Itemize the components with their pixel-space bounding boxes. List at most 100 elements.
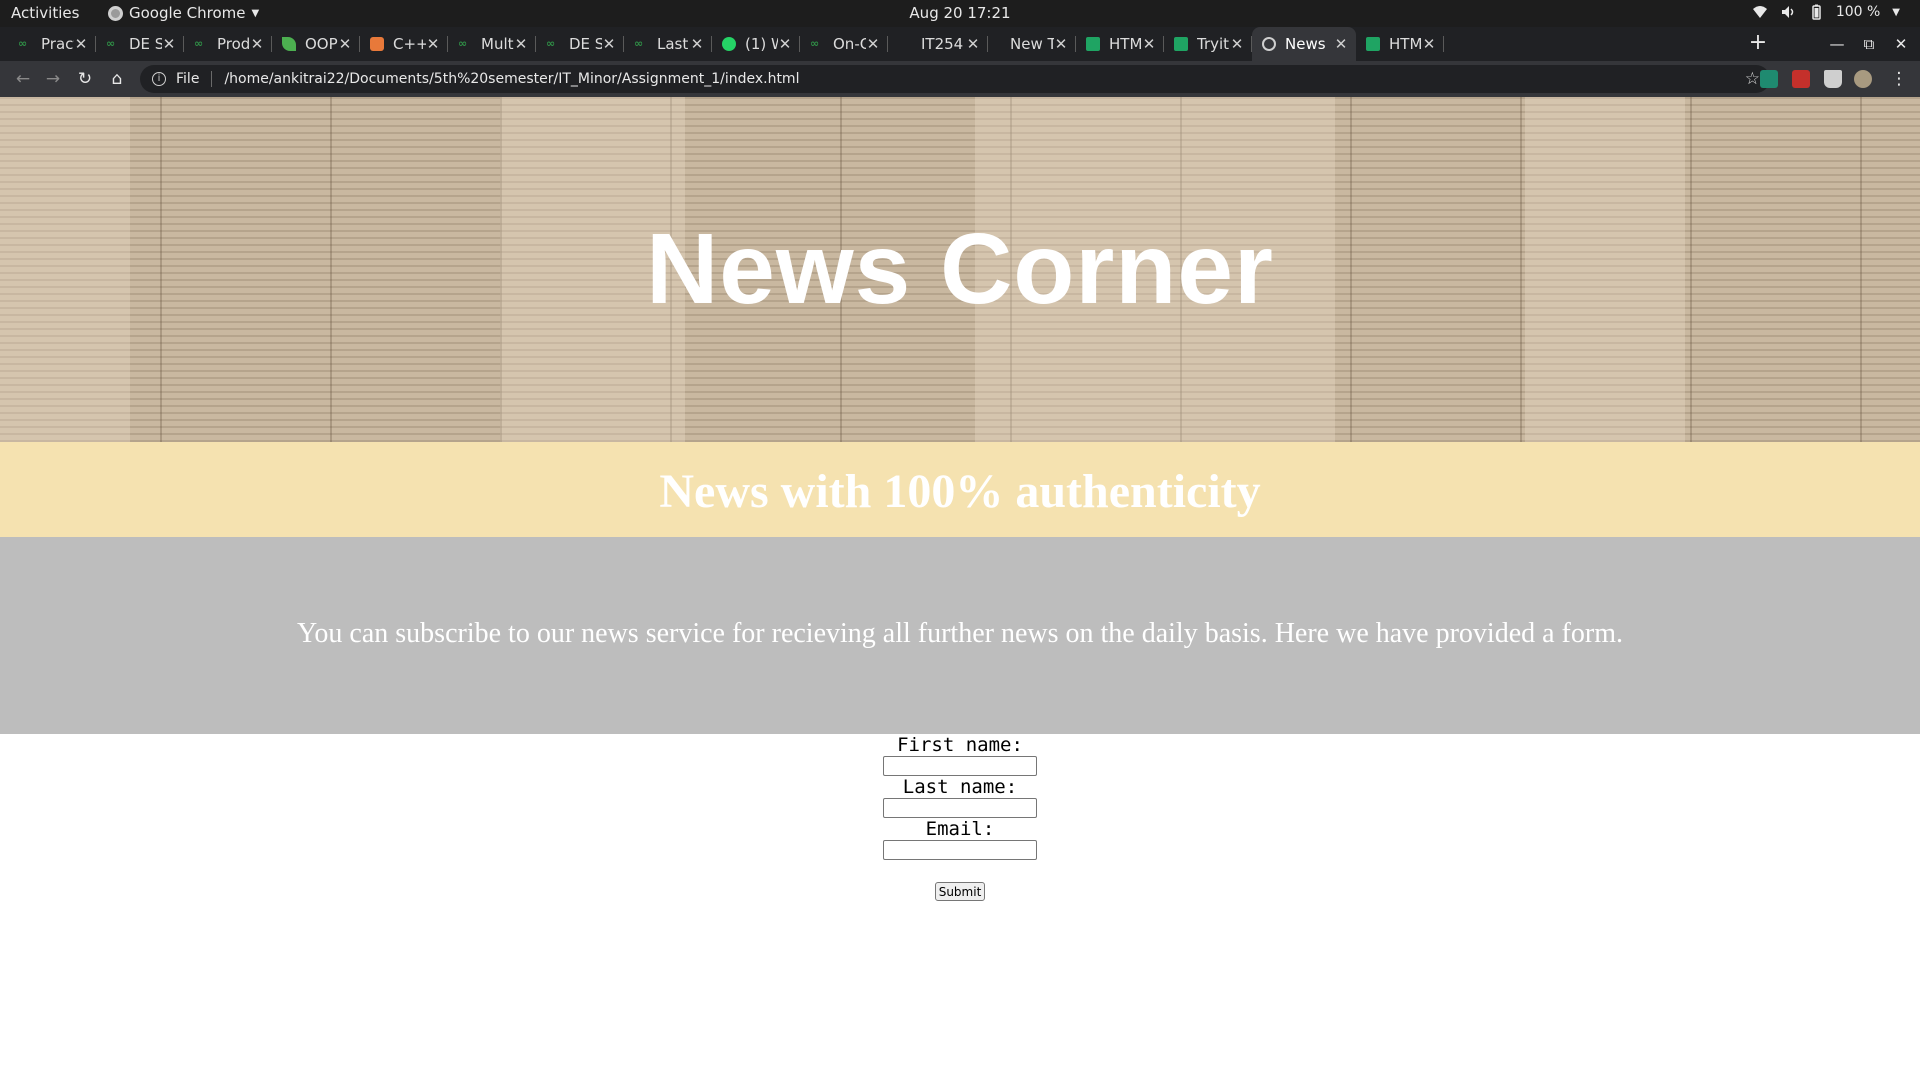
- browser-tab[interactable]: ∞ On-Ca✕: [800, 27, 888, 61]
- bookmark-star-icon[interactable]: ☆: [1745, 69, 1760, 89]
- browser-tab[interactable]: News ✕: [1252, 27, 1356, 61]
- tab-close-icon[interactable]: ✕: [338, 35, 352, 53]
- gfg-icon: ∞: [106, 37, 116, 50]
- tab-title: DE Sh: [569, 35, 602, 53]
- tab-close-icon[interactable]: ✕: [426, 35, 440, 53]
- minimize-button[interactable]: —: [1822, 27, 1852, 61]
- tab-title: News: [1285, 35, 1326, 53]
- home-button[interactable]: ⌂: [102, 61, 132, 97]
- tab-title: Practi: [41, 35, 74, 53]
- tab-close-icon[interactable]: ✕: [514, 35, 528, 53]
- back-button[interactable]: ←: [8, 61, 38, 97]
- browser-tab[interactable]: C++ Ty✕: [360, 27, 448, 61]
- tab-separator: [1443, 36, 1444, 52]
- app-menu[interactable]: Google Chrome ▼: [108, 4, 259, 22]
- tab-close-icon[interactable]: ✕: [1422, 35, 1436, 53]
- intro-text: You can subscribe to our news service fo…: [297, 618, 1623, 649]
- w3-icon: [1366, 37, 1380, 51]
- browser-tab[interactable]: HTML✕: [1076, 27, 1164, 61]
- browser-tab[interactable]: ∞ Multip✕: [448, 27, 536, 61]
- email-input[interactable]: [883, 840, 1037, 860]
- browser-tab[interactable]: HTML✕: [1356, 27, 1444, 61]
- tab-close-icon[interactable]: ✕: [74, 35, 88, 53]
- gfg-icon: ∞: [634, 37, 644, 50]
- tab-title: Produ: [217, 35, 250, 53]
- browser-tab[interactable]: ∞ Practi✕: [8, 27, 96, 61]
- tab-title: C++ Ty: [393, 35, 426, 53]
- tab-close-icon[interactable]: ✕: [778, 35, 792, 53]
- first-name-label: First name:: [897, 734, 1023, 756]
- browser-tab[interactable]: Tryit E✕: [1164, 27, 1252, 61]
- gfg-icon: ∞: [810, 37, 820, 50]
- extension-s-icon[interactable]: [1760, 70, 1778, 88]
- page-title: News Corner: [646, 213, 1274, 325]
- browser-tab[interactable]: ∞ DE Sh✕: [536, 27, 624, 61]
- restore-button[interactable]: ⧉: [1854, 27, 1884, 61]
- extensions-puzzle-icon[interactable]: [1824, 70, 1842, 88]
- gfg-icon: ∞: [458, 37, 468, 50]
- tab-close-icon[interactable]: ✕: [1334, 35, 1348, 53]
- new-tab-button[interactable]: +: [1744, 27, 1772, 61]
- last-name-input[interactable]: [883, 798, 1037, 818]
- chrome-icon: [108, 5, 123, 21]
- activities-button[interactable]: Activities: [11, 4, 79, 22]
- system-tray[interactable]: 100 % ▼: [1752, 4, 1900, 20]
- kebab-menu-icon[interactable]: ⋮: [1884, 61, 1914, 97]
- tab-close-icon[interactable]: ✕: [602, 35, 616, 53]
- clock[interactable]: Aug 20 17:21: [909, 4, 1010, 22]
- page-viewport: News Corner News with 100% authenticity …: [0, 97, 1920, 1080]
- browser-tab[interactable]: (1) Wh✕: [712, 27, 800, 61]
- whatsapp-icon: [722, 37, 736, 51]
- forward-button[interactable]: →: [38, 61, 68, 97]
- tab-title: IT254 -: [921, 35, 966, 53]
- crown-icon: [370, 37, 384, 51]
- tab-title: OOPS: [305, 35, 338, 53]
- hero-banner: News Corner: [0, 97, 1920, 442]
- close-window-button[interactable]: ✕: [1886, 27, 1916, 61]
- browser-tab[interactable]: OOPS✕: [272, 27, 360, 61]
- power-menu-arrow: ▼: [1892, 6, 1900, 18]
- tab-title: New Tab: [1010, 35, 1054, 53]
- tab-close-icon[interactable]: ✕: [966, 35, 980, 53]
- submit-button[interactable]: Submit: [934, 882, 986, 901]
- tab-title: Multip: [481, 35, 514, 53]
- tab-close-icon[interactable]: ✕: [866, 35, 880, 53]
- tab-close-icon[interactable]: ✕: [1054, 35, 1068, 53]
- browser-tab[interactable]: IT254 -✕: [888, 27, 988, 61]
- tab-close-icon[interactable]: ✕: [690, 35, 704, 53]
- url-scheme: File: [176, 71, 200, 87]
- browser-toolbar: ← → ↻ ⌂ i File /home/ankitrai22/Document…: [0, 61, 1920, 97]
- tab-strip: ∞Practi✕∞DE Sh✕∞Produ✕OOPS✕C++ Ty✕∞Multi…: [0, 27, 1920, 61]
- browser-tab[interactable]: ∞ Produ✕: [184, 27, 272, 61]
- leaf-icon: [282, 37, 296, 51]
- site-info-icon[interactable]: i: [152, 72, 166, 86]
- browser-tab[interactable]: New Tab✕: [988, 27, 1076, 61]
- browser-tab[interactable]: ∞ Last M✕: [624, 27, 712, 61]
- extension-red-icon[interactable]: [1792, 70, 1810, 88]
- battery-icon: [1812, 4, 1821, 20]
- app-name: Google Chrome: [129, 4, 246, 22]
- address-bar[interactable]: i File /home/ankitrai22/Documents/5th%20…: [140, 65, 1770, 93]
- tab-title: HTML: [1389, 35, 1422, 53]
- tab-close-icon[interactable]: ✕: [162, 35, 176, 53]
- reload-button[interactable]: ↻: [70, 61, 100, 97]
- tab-close-icon[interactable]: ✕: [250, 35, 264, 53]
- email-label: Email:: [925, 818, 995, 840]
- battery-level: 100 %: [1835, 4, 1881, 20]
- w3-icon: [1086, 37, 1100, 51]
- chevron-down-icon: ▼: [251, 7, 260, 19]
- profile-avatar[interactable]: [1854, 70, 1872, 88]
- tab-title: DE Sh: [129, 35, 162, 53]
- browser-tab[interactable]: ∞ DE Sh✕: [96, 27, 184, 61]
- w3-icon: [1174, 37, 1188, 51]
- tab-title: (1) Wh: [745, 35, 778, 53]
- gfg-icon: ∞: [18, 37, 28, 50]
- tab-title: Tryit E: [1197, 35, 1230, 53]
- tab-close-icon[interactable]: ✕: [1230, 35, 1244, 53]
- intro-section: You can subscribe to our news service fo…: [0, 537, 1920, 734]
- gfg-icon: ∞: [546, 37, 556, 50]
- first-name-input[interactable]: [883, 756, 1037, 776]
- tab-close-icon[interactable]: ✕: [1142, 35, 1156, 53]
- wifi-icon: [1752, 6, 1767, 18]
- url-text[interactable]: /home/ankitrai22/Documents/5th%20semeste…: [224, 71, 799, 87]
